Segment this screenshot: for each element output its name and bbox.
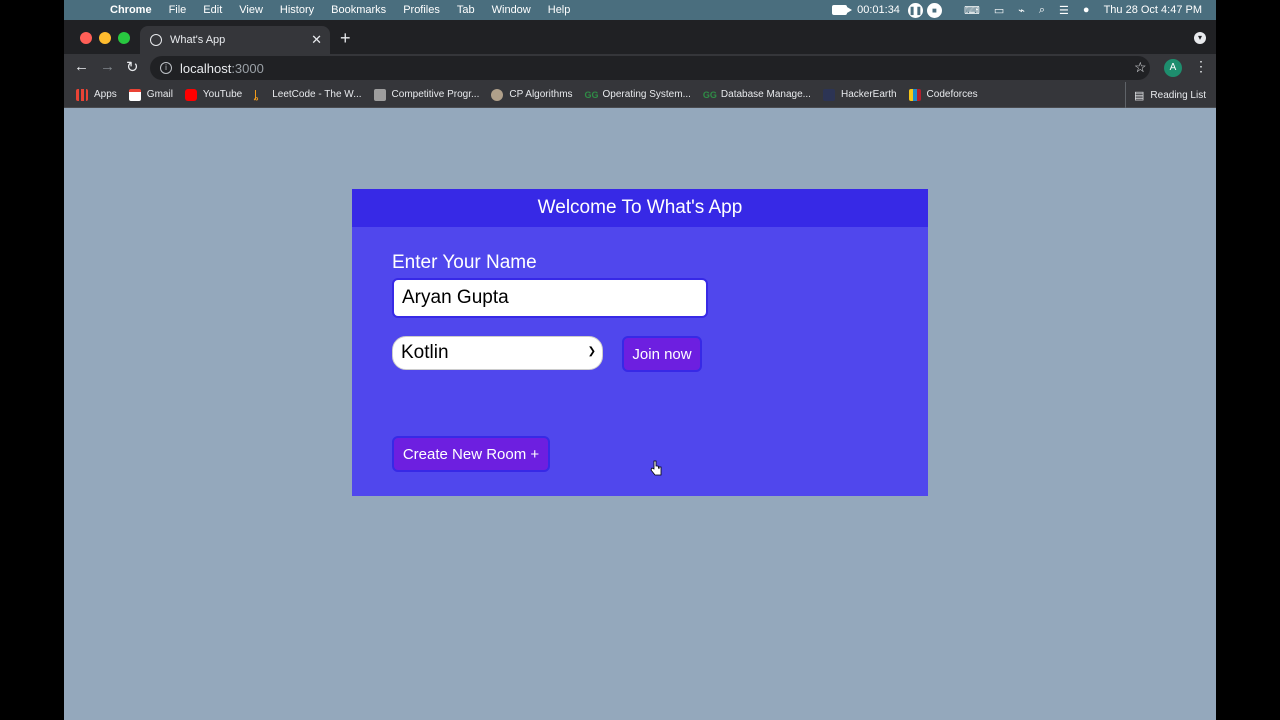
bookmark-label: YouTube <box>202 89 243 100</box>
tab-close-icon[interactable]: ✕ <box>311 32 322 48</box>
window-minimize-icon[interactable] <box>99 32 111 44</box>
menu-tab[interactable]: Tab <box>457 4 475 16</box>
hand-cursor-icon <box>650 460 662 476</box>
bookmark-youtube[interactable]: YouTube <box>184 88 243 101</box>
site-info-icon[interactable]: i <box>160 62 172 74</box>
room-select[interactable]: Kotlin ❯ <box>392 336 603 370</box>
menu-bookmarks[interactable]: Bookmarks <box>331 4 386 16</box>
apps-grid-icon <box>76 88 88 101</box>
name-input[interactable] <box>392 278 708 318</box>
room-select-value: Kotlin <box>401 342 449 363</box>
page-title: Welcome To What's App <box>352 189 928 227</box>
cp-algorithms-icon <box>491 88 504 101</box>
globe-icon <box>150 34 162 46</box>
reading-list-label: Reading List <box>1150 89 1206 101</box>
tab-search-icon[interactable]: ▾ <box>1194 32 1206 44</box>
bookmark-codeforces[interactable]: Codeforces <box>908 88 978 101</box>
gfg-icon: GG <box>584 89 599 100</box>
chevron-down-icon: ❯ <box>587 346 596 357</box>
window-close-icon[interactable] <box>80 32 92 44</box>
menu-history[interactable]: History <box>280 4 314 16</box>
bookmark-label: LeetCode - The W... <box>272 89 362 100</box>
bookmark-leetcode[interactable]: ȴ LeetCode - The W... <box>254 89 361 101</box>
bookmark-label: Operating System... <box>602 89 691 100</box>
url-port: :3000 <box>231 60 264 76</box>
gfg-icon: GG <box>702 89 717 100</box>
tab-title: What's App <box>170 34 226 46</box>
url-host: localhost <box>180 60 232 76</box>
reload-icon[interactable]: ↻ <box>126 58 139 76</box>
bookmark-label: Gmail <box>146 89 173 100</box>
bookmark-gmail[interactable]: Gmail <box>128 88 173 101</box>
menubar-status-area: 00:01:34 ❚❚ ■ ⌨ ▭ ⌁ ⌕ ☰ ● Thu 28 Oct 4:4… <box>818 0 1202 20</box>
bookmark-hackerearth[interactable]: HackerEarth <box>822 88 897 101</box>
keyboard-icon[interactable]: ⌨ <box>964 4 980 17</box>
battery-icon[interactable]: ▭ <box>994 4 1004 17</box>
browser-toolbar: ← → ↻ i localhost:3000 ☆ A ⋮ <box>64 54 1216 82</box>
pause-icon[interactable]: ❚❚ <box>907 2 923 18</box>
bookmark-label: Database Manage... <box>720 89 811 100</box>
browser-tabbar: What's App ✕ + ▾ <box>64 20 1216 54</box>
menu-edit[interactable]: Edit <box>203 4 222 16</box>
menu-window[interactable]: Window <box>492 4 531 16</box>
window-zoom-icon[interactable] <box>118 32 130 44</box>
forward-arrow-icon[interactable]: → <box>100 58 115 75</box>
address-bar[interactable]: i localhost:3000 <box>150 56 1150 80</box>
recording-timer: 00:01:34 <box>857 4 900 16</box>
bookmark-cp-algorithms[interactable]: CP Algorithms <box>491 88 573 101</box>
leetcode-icon: ȴ <box>254 88 259 101</box>
bookmark-star-icon[interactable]: ☆ <box>1134 59 1147 76</box>
codeforces-icon <box>908 88 921 101</box>
clock-datetime[interactable]: Thu 28 Oct 4:47 PM <box>1104 4 1202 16</box>
bookmark-competitive-programming[interactable]: Competitive Progr... <box>373 88 480 101</box>
control-center-icon[interactable]: ☰ <box>1059 4 1069 17</box>
bookmark-label: CP Algorithms <box>509 89 573 100</box>
bookmark-label: HackerEarth <box>840 89 897 100</box>
chrome-menu-icon[interactable]: ⋮ <box>1194 58 1208 75</box>
join-card: Welcome To What's App Enter Your Name Ko… <box>352 189 928 496</box>
stop-icon[interactable]: ■ <box>926 2 942 18</box>
siri-icon[interactable]: ● <box>1083 4 1090 16</box>
os-menubar: Chrome File Edit View History Bookmarks … <box>64 0 1216 20</box>
name-label: Enter Your Name <box>392 252 537 273</box>
create-room-button[interactable]: Create New Room + <box>392 436 550 472</box>
bookmark-label: Competitive Progr... <box>391 89 480 100</box>
gmail-icon <box>128 88 141 101</box>
bookmark-operating-system[interactable]: GG Operating System... <box>585 89 691 101</box>
menu-help[interactable]: Help <box>548 4 571 16</box>
bookmark-apps[interactable]: Apps <box>76 88 117 101</box>
wifi-off-icon[interactable]: ⌁ <box>1018 4 1025 17</box>
browser-tab[interactable]: What's App ✕ <box>140 26 330 54</box>
video-camera-icon[interactable] <box>832 5 853 15</box>
search-icon[interactable]: ⌕ <box>1039 4 1045 17</box>
menu-view[interactable]: View <box>239 4 263 16</box>
youtube-icon <box>184 88 197 101</box>
bookmark-label: Codeforces <box>926 89 978 100</box>
codechef-icon <box>373 88 386 101</box>
reading-list-icon: ▤ <box>1134 89 1145 102</box>
bookmark-label: Apps <box>94 89 117 100</box>
bookmark-database-management[interactable]: GG Database Manage... <box>703 89 811 101</box>
new-tab-icon[interactable]: + <box>340 28 351 49</box>
menu-app-name[interactable]: Chrome <box>110 4 152 16</box>
menu-file[interactable]: File <box>169 4 187 16</box>
hackerearth-icon <box>822 88 835 101</box>
page-viewport: Welcome To What's App Enter Your Name Ko… <box>64 108 1216 720</box>
bookmarks-bar: Apps Gmail YouTube ȴ LeetCode - The W...… <box>64 82 1216 108</box>
back-arrow-icon[interactable]: ← <box>74 58 89 75</box>
join-now-button[interactable]: Join now <box>622 336 702 372</box>
menu-profiles[interactable]: Profiles <box>403 4 440 16</box>
reading-list[interactable]: ▤ Reading List <box>1125 82 1206 108</box>
profile-avatar[interactable]: A <box>1164 59 1182 77</box>
